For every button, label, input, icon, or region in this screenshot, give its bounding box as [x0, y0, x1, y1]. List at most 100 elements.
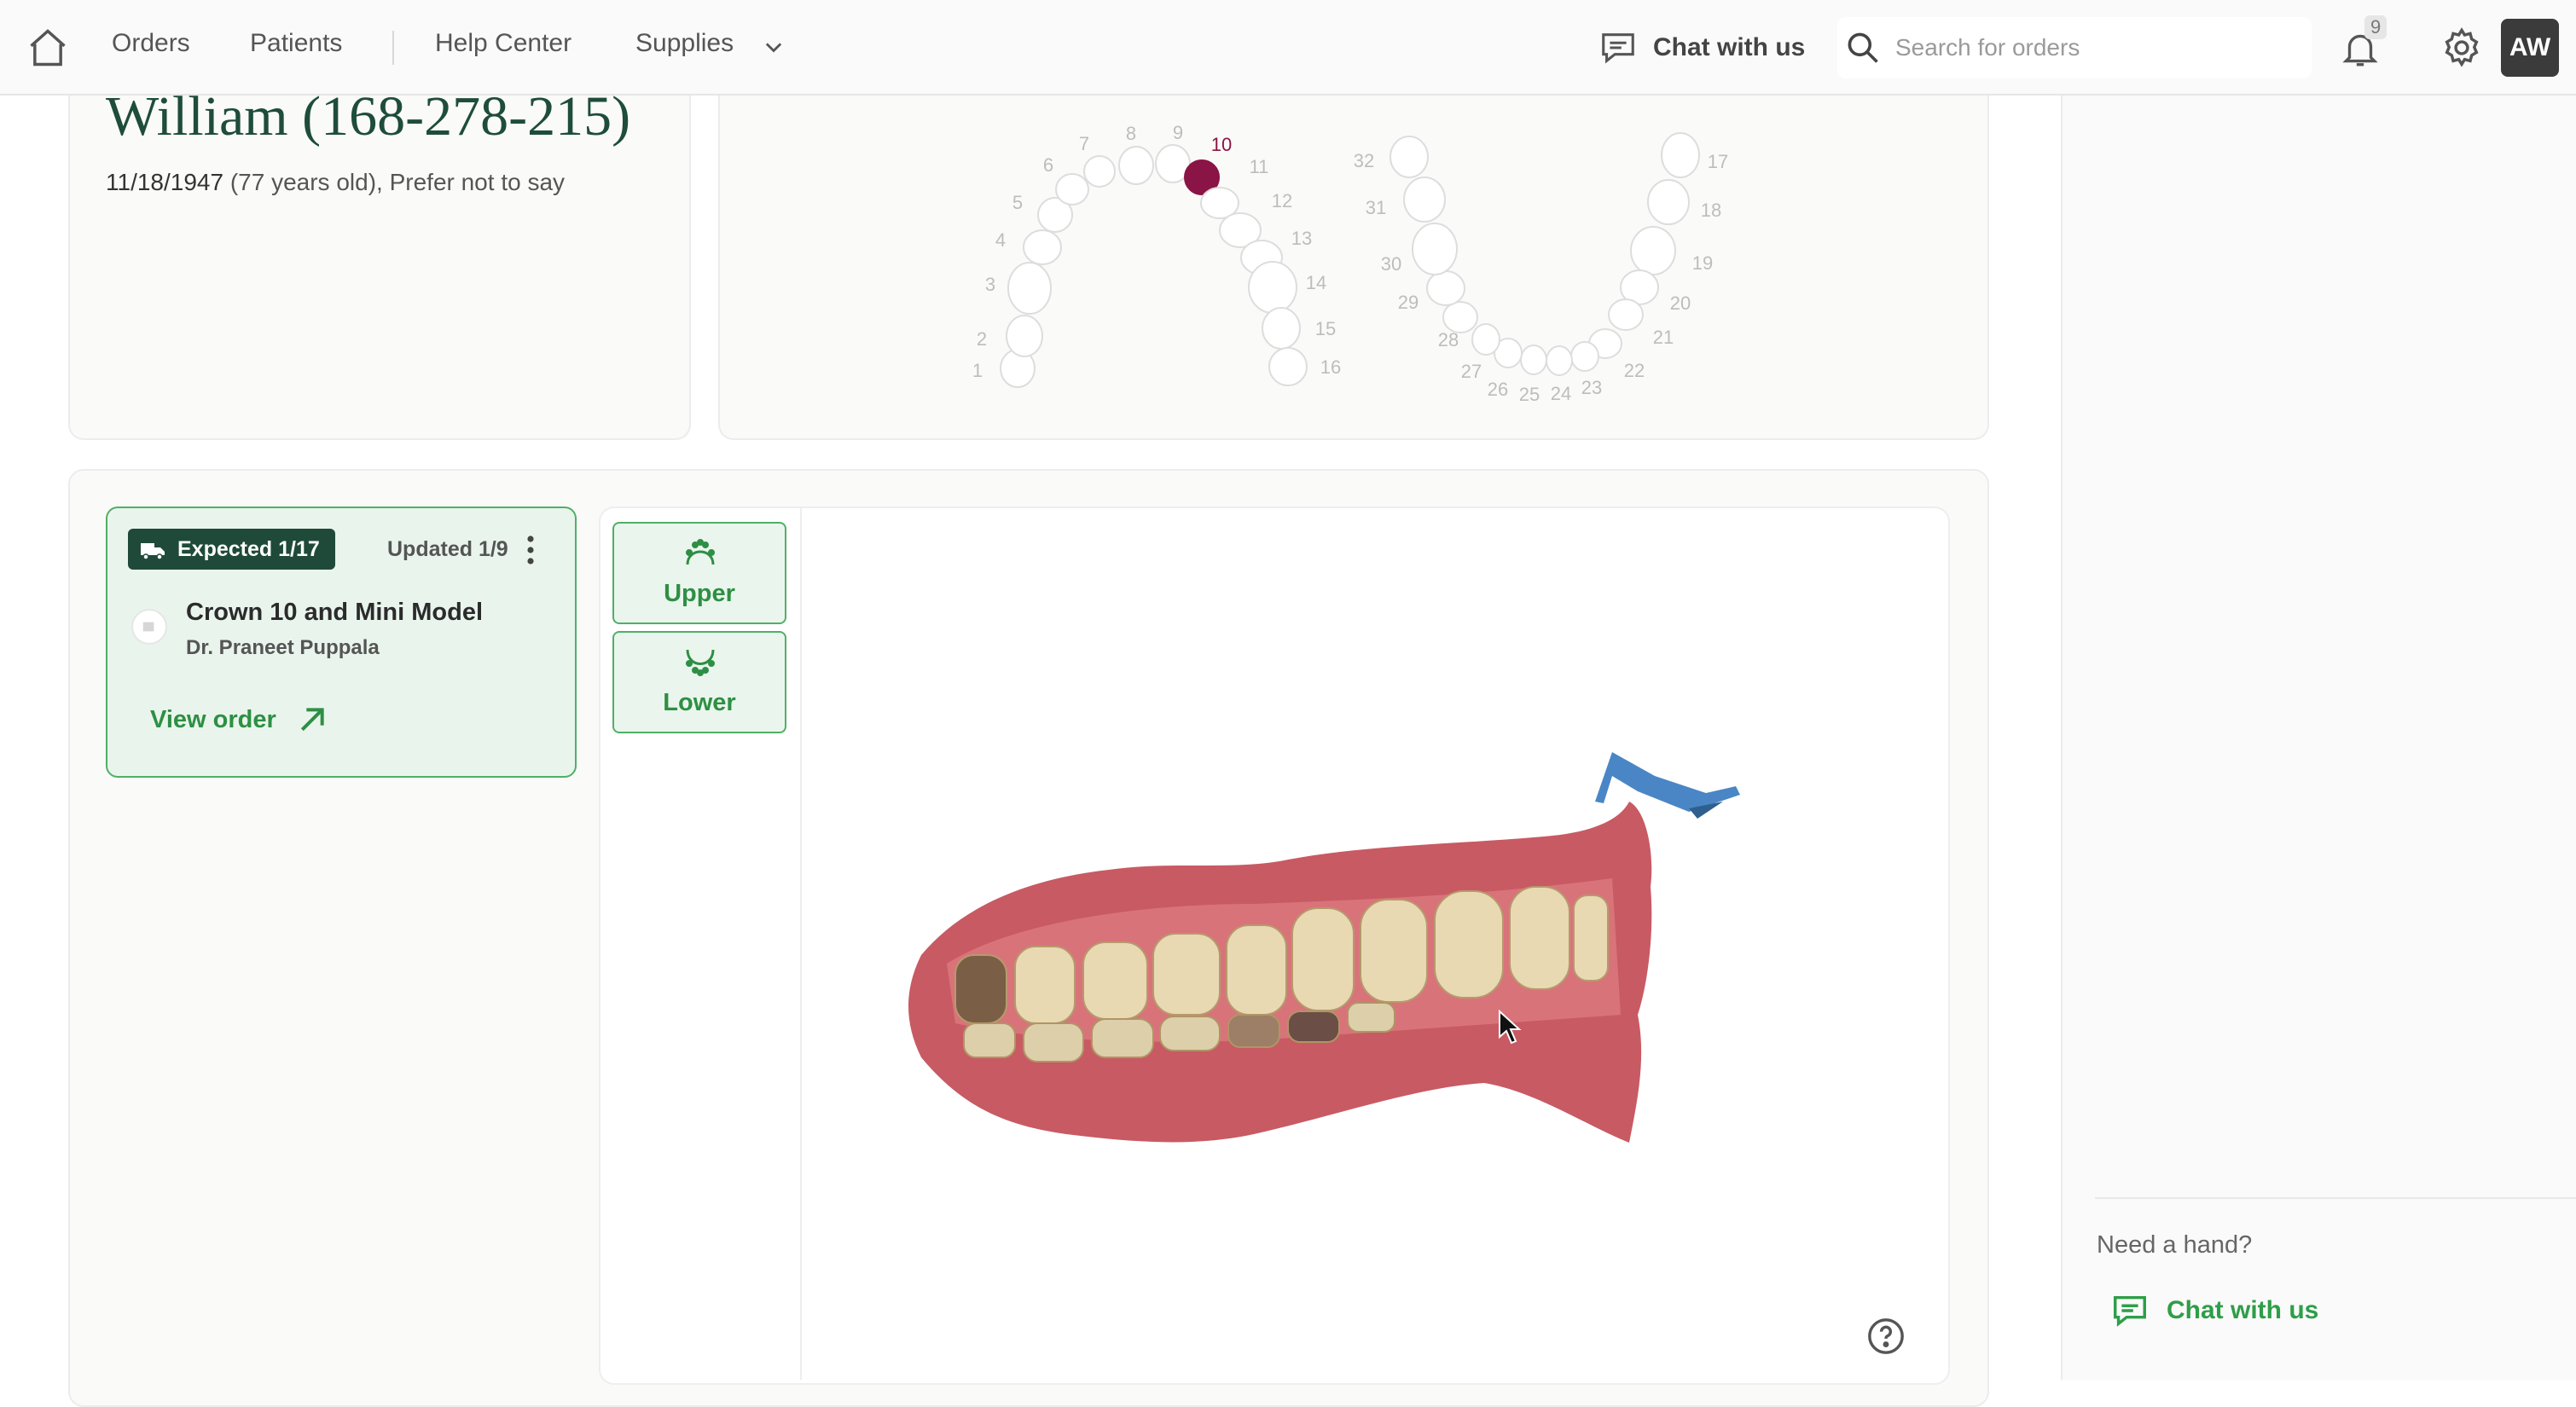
tooth-32[interactable]: [1390, 136, 1429, 178]
tooth-24[interactable]: [1546, 345, 1573, 376]
chat-bubble-icon: [1602, 33, 1634, 64]
tooth-17[interactable]: [1661, 132, 1700, 178]
arrow-up-right-icon: [300, 708, 324, 732]
tooth-24-number: 24: [1551, 383, 1571, 404]
updated-date: Updated 1/9: [387, 537, 508, 561]
gear-icon[interactable]: [2440, 26, 2484, 70]
nav-help-center-link[interactable]: Help Center: [435, 29, 571, 58]
tooth-21-number: 21: [1653, 327, 1674, 348]
order-doctor: Dr. Praneet Puppala: [186, 636, 380, 659]
tooth-31[interactable]: [1403, 177, 1446, 223]
nav-chat-label: Chat with us: [1653, 33, 1806, 61]
side-chat-button[interactable]: Chat with us: [2110, 1291, 2318, 1330]
view-order-link[interactable]: View order: [150, 703, 329, 737]
tooth-3[interactable]: [1007, 262, 1052, 315]
mouse-cursor: [1499, 1010, 1522, 1045]
nav-patients-link[interactable]: Patients: [250, 29, 342, 58]
tooth-1-number: 1: [972, 360, 983, 381]
more-options-icon[interactable]: [522, 534, 539, 566]
tooth-16[interactable]: [1268, 347, 1308, 386]
tooth-23[interactable]: [1570, 341, 1599, 372]
home-icon[interactable]: [26, 26, 70, 70]
search-input[interactable]: [1894, 26, 2295, 70]
tooth-6[interactable]: [1055, 173, 1089, 206]
tooth-21[interactable]: [1608, 298, 1644, 331]
tooth-32-number: 32: [1354, 150, 1374, 171]
tooth-28[interactable]: [1442, 301, 1478, 333]
notification-count-badge: 9: [2364, 15, 2387, 39]
search-icon: [1848, 32, 1878, 63]
lower-arch-button[interactable]: Lower: [612, 631, 786, 733]
tooth-29[interactable]: [1426, 270, 1465, 306]
tooth-5-number: 5: [1012, 192, 1023, 213]
tooth-12-number: 12: [1272, 190, 1292, 211]
tooth-18[interactable]: [1647, 179, 1690, 225]
patient-dob: 11/18/1947: [106, 169, 224, 195]
tooth-7-number: 7: [1079, 133, 1089, 154]
tooth-11-number: 11: [1250, 156, 1269, 177]
upper-arch-icon: [686, 539, 715, 565]
help-icon[interactable]: [1866, 1317, 1906, 1356]
tooth-30-number: 30: [1381, 253, 1401, 275]
tooth-18-number: 18: [1701, 200, 1721, 221]
tooth-22-number: 22: [1624, 360, 1645, 381]
chevron-down-icon[interactable]: [762, 36, 786, 60]
patient-name: William (168-278-215): [106, 85, 631, 148]
order-title: Crown 10 and Mini Model: [186, 599, 484, 626]
tooth-27[interactable]: [1471, 323, 1500, 356]
side-chat-label: Chat with us: [2167, 1296, 2319, 1324]
tooth-4[interactable]: [1023, 229, 1062, 265]
chat-bubble-icon: [2114, 1295, 2146, 1327]
tooth-20-number: 20: [1670, 292, 1691, 314]
patient-details: 11/18/1947 (77 years old), Prefer not to…: [106, 169, 565, 196]
tooth-28-number: 28: [1438, 329, 1459, 350]
nav-chat-button[interactable]: Chat with us: [1598, 27, 1805, 68]
nav-divider: [392, 31, 394, 65]
viewer-toolbar-divider: [800, 508, 802, 1380]
tooth-29-number: 29: [1398, 292, 1419, 313]
tooth-6-number: 6: [1043, 154, 1053, 176]
tooth-9-number: 9: [1173, 122, 1183, 143]
help-divider: [2095, 1197, 2576, 1199]
view-order-label: View order: [150, 705, 276, 733]
dental-scan-model[interactable]: [887, 742, 1825, 1194]
tooth-2-number: 2: [977, 328, 987, 350]
tooth-chart: 1234567 8 91011121314151617181920212223242…: [972, 122, 1728, 405]
upper-arch-button[interactable]: Upper: [612, 522, 786, 624]
lower-arch-label: Lower: [663, 689, 736, 716]
tooth-14-number: 14: [1306, 272, 1326, 293]
search-box[interactable]: [1837, 17, 2312, 78]
tooth-13-number: 13: [1291, 228, 1312, 249]
tooth-25[interactable]: [1520, 345, 1547, 375]
tooth-10-number: 10: [1211, 134, 1232, 155]
tooth-15[interactable]: [1262, 307, 1301, 350]
tooth-26-number: 26: [1488, 379, 1508, 400]
tooth-27-number: 27: [1461, 361, 1482, 382]
tooth-14[interactable]: [1248, 261, 1297, 314]
tooth-2[interactable]: [1006, 315, 1043, 357]
tooth-19-number: 19: [1692, 252, 1713, 274]
upper-arch-label: Upper: [664, 580, 735, 607]
nav-orders-link[interactable]: Orders: [112, 29, 190, 58]
tooth-16-number: 16: [1320, 356, 1341, 378]
tooth-8[interactable]: [1118, 146, 1154, 185]
tooth-3-number: 3: [985, 274, 995, 295]
truck-icon: [141, 543, 165, 560]
nav-supplies-menu[interactable]: Supplies: [635, 29, 734, 58]
crown-product-icon: [131, 609, 167, 645]
tooth-15-number: 15: [1315, 318, 1336, 339]
top-navigation-bar: Orders Patients Help Center Supplies Cha…: [0, 0, 2576, 96]
tooth-4-number: 4: [995, 229, 1006, 251]
tooth-25-number: 25: [1519, 384, 1540, 405]
patient-age-gender: (77 years old), Prefer not to say: [223, 169, 566, 195]
lower-arch-icon: [686, 649, 715, 676]
tooth-19[interactable]: [1630, 226, 1676, 275]
tooth-17-number: 17: [1708, 151, 1728, 172]
tooth-7[interactable]: [1083, 155, 1116, 188]
tooth-31-number: 31: [1366, 197, 1386, 218]
need-a-hand-heading: Need a hand?: [2097, 1231, 2253, 1259]
tooth-23-number: 23: [1581, 377, 1602, 398]
user-avatar[interactable]: AW: [2501, 19, 2559, 77]
help-side-panel: [2061, 96, 2576, 1380]
tooth-30[interactable]: [1412, 223, 1458, 275]
